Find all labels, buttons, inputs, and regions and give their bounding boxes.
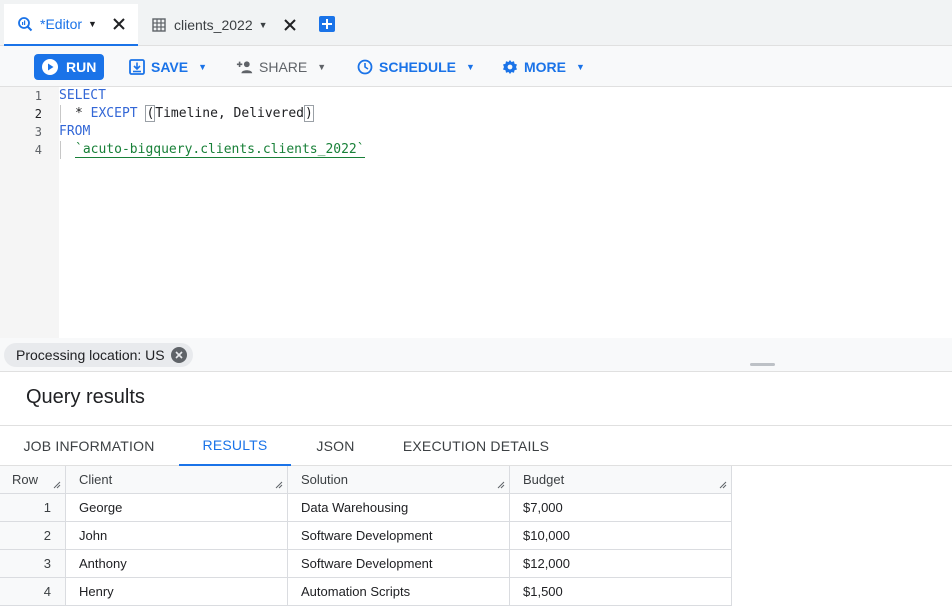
close-paren: ): [304, 105, 314, 122]
keyword-select: SELECT: [59, 88, 106, 103]
chevron-down-icon[interactable]: ▼: [259, 20, 268, 30]
save-label: SAVE: [151, 59, 189, 75]
location-bar: Processing location: US: [0, 338, 952, 372]
tab-job-information[interactable]: JOB INFORMATION: [0, 426, 178, 466]
column-resize-icon[interactable]: [497, 481, 505, 489]
open-paren: (: [145, 105, 156, 122]
processing-location-label: Processing location: US: [16, 347, 165, 363]
keyword-except: EXCEPT: [90, 106, 138, 121]
run-button[interactable]: RUN: [34, 54, 104, 80]
tab-execution-details[interactable]: EXECUTION DETAILS: [380, 426, 572, 466]
budget-cell[interactable]: $1,500: [510, 578, 732, 606]
budget-cell[interactable]: $7,000: [510, 494, 732, 522]
sql-editor[interactable]: 1 2 3 4 SELECT * EXCEPT (Timeline, Deliv…: [0, 87, 952, 338]
line-number: 1: [34, 89, 42, 103]
save-button[interactable]: SAVE ▼: [128, 54, 207, 80]
chevron-down-icon: ▼: [576, 62, 585, 72]
more-button[interactable]: MORE ▼: [501, 54, 585, 80]
code-line-1: SELECT: [59, 87, 106, 105]
save-icon: [128, 58, 146, 76]
more-label: MORE: [524, 59, 566, 75]
client-cell[interactable]: George: [66, 494, 288, 522]
column-header-solution[interactable]: Solution: [288, 466, 510, 494]
budget-cell[interactable]: $10,000: [510, 522, 732, 550]
clock-icon: [356, 58, 374, 76]
clear-icon[interactable]: [170, 347, 187, 363]
solution-cell[interactable]: Software Development: [288, 522, 510, 550]
line-number: 3: [34, 125, 42, 139]
tab-json[interactable]: JSON: [291, 426, 380, 466]
column-resize-icon[interactable]: [275, 481, 283, 489]
column-header-label: Budget: [523, 472, 565, 487]
indent-guide: [60, 141, 61, 159]
line-number: 2: [34, 107, 42, 121]
table-reference: `acuto-bigquery.clients.clients_2022`: [75, 142, 365, 158]
close-icon[interactable]: [111, 16, 127, 32]
column-header-client[interactable]: Client: [66, 466, 288, 494]
solution-cell[interactable]: Data Warehousing: [288, 494, 510, 522]
tab-clients-label: clients_2022: [174, 17, 253, 33]
schedule-label: SCHEDULE: [379, 59, 457, 75]
row-number-cell: 4: [0, 578, 66, 606]
query-results-title: Query results: [26, 386, 145, 408]
row-number-cell: 3: [0, 550, 66, 578]
tab-results[interactable]: RESULTS: [179, 426, 291, 466]
row-number-cell: 2: [0, 522, 66, 550]
resize-handle[interactable]: [750, 363, 775, 366]
line-number: 4: [34, 143, 42, 157]
column-resize-icon[interactable]: [719, 481, 727, 489]
except-columns: Timeline, Delivered: [155, 106, 304, 121]
code-line-3: FROM: [59, 123, 90, 141]
gear-icon: [501, 58, 519, 76]
star-token: *: [75, 106, 83, 121]
code-line-4: `acuto-bigquery.clients.clients_2022`: [75, 141, 365, 159]
tab-editor[interactable]: *Editor ▼: [4, 4, 138, 46]
column-header-label: Solution: [301, 472, 348, 487]
column-header-label: Row: [12, 472, 39, 487]
column-header-label: Client: [79, 472, 113, 487]
tab-editor-label: *Editor: [40, 16, 83, 32]
chevron-down-icon: ▼: [317, 62, 327, 72]
column-resize-icon[interactable]: [53, 481, 61, 489]
solution-cell[interactable]: Automation Scripts: [288, 578, 510, 606]
column-header-budget[interactable]: Budget: [510, 466, 732, 494]
row-number-cell: 1: [0, 494, 66, 522]
budget-cell[interactable]: $12,000: [510, 550, 732, 578]
add-tab-icon[interactable]: [318, 15, 336, 33]
processing-location-chip[interactable]: Processing location: US: [4, 343, 193, 367]
results-tabs: JOB INFORMATION RESULTS JSON EXECUTION D…: [0, 425, 952, 466]
play-icon: [42, 59, 58, 75]
close-icon[interactable]: [282, 17, 298, 33]
table-icon: [150, 16, 168, 34]
keyword-from: FROM: [59, 124, 91, 139]
tab-clients-2022[interactable]: clients_2022 ▼: [140, 4, 300, 46]
editor-tab-bar: *Editor ▼ clients_2022 ▼: [0, 0, 952, 46]
run-label: RUN: [66, 59, 97, 75]
add-person-icon: [236, 58, 254, 76]
query-toolbar: RUN SAVE ▼ SHARE ▼ SCHEDULE ▼ MORE ▼: [0, 46, 952, 87]
query-icon: [16, 15, 34, 33]
chevron-down-icon: ▼: [198, 62, 208, 72]
solution-cell[interactable]: Software Development: [288, 550, 510, 578]
schedule-button[interactable]: SCHEDULE ▼: [356, 54, 475, 80]
client-cell[interactable]: Anthony: [66, 550, 288, 578]
chevron-down-icon: ▼: [466, 62, 475, 72]
client-cell[interactable]: Henry: [66, 578, 288, 606]
chevron-down-icon[interactable]: ▼: [88, 19, 97, 29]
code-line-2: * EXCEPT (Timeline, Delivered): [75, 105, 314, 123]
column-header-row[interactable]: Row: [0, 466, 66, 494]
share-label: SHARE: [259, 59, 308, 75]
indent-guide: [60, 105, 61, 123]
client-cell[interactable]: John: [66, 522, 288, 550]
share-button[interactable]: SHARE ▼: [236, 54, 326, 80]
